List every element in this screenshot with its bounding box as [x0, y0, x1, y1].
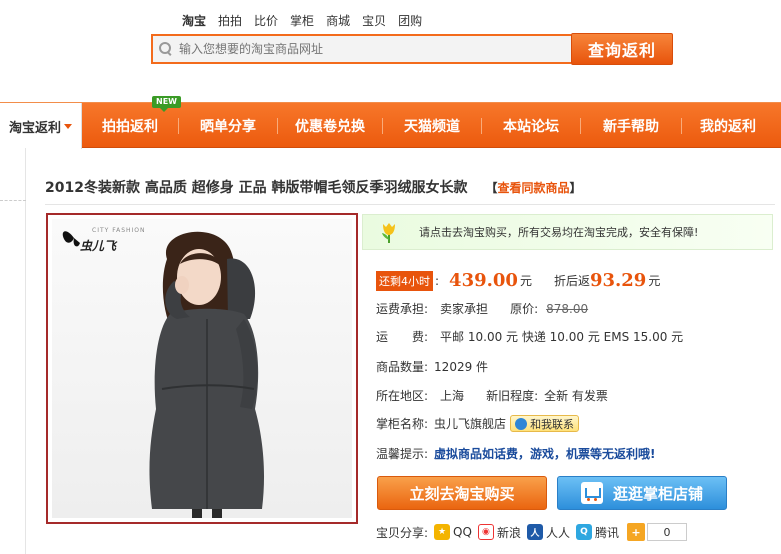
plus-icon: +	[626, 523, 645, 541]
quantity-label: 商品数量:	[376, 360, 429, 374]
cart-icon	[580, 482, 603, 504]
product-photo: CITY FASHION 虫儿飞	[52, 219, 352, 518]
share-tencent-label: 腾讯	[594, 525, 619, 540]
search-tab-seller[interactable]: 掌柜	[284, 13, 320, 29]
share-qq-label: QQ	[453, 525, 472, 539]
nav-home-label: 淘宝返利	[8, 120, 61, 136]
tencent-weibo-icon: Q	[575, 524, 592, 540]
nav-item-my-rebate[interactable]: 我的返利	[682, 103, 774, 149]
visit-shop-label: 逛逛掌柜店铺	[612, 484, 703, 503]
contact-label: 和我联系	[530, 417, 575, 431]
product-title-row: 2012冬装新款 高品质 超修身 正品 韩版带帽毛领反季羽绒服女长款 【查看同款…	[45, 175, 775, 199]
rebate-amount: 93.29	[589, 270, 647, 291]
search-tab-taobao[interactable]: 淘宝	[176, 13, 212, 29]
nav-item-tmall[interactable]: 天猫频道	[383, 103, 481, 149]
tulip-icon	[382, 223, 395, 243]
original-label: 原价:	[510, 302, 539, 316]
colon: :	[435, 273, 440, 288]
main-navbar: 淘宝返利 拍拍返利 晒单分享 优惠卷兑换 天猫频道 本站论坛 新手帮助 我的返利	[0, 102, 781, 149]
original-price: 878.00	[546, 301, 589, 316]
buy-on-taobao-button[interactable]: 立刻去淘宝购买	[377, 476, 547, 510]
product-image[interactable]: CITY FASHION 虫儿飞	[46, 213, 358, 524]
location-label: 所在地区:	[376, 389, 429, 403]
tip-label: 温馨提示:	[376, 447, 429, 461]
location-row: 所在地区: 上海 新旧程度: 全新 有发票	[376, 387, 608, 404]
title-divider	[45, 204, 775, 205]
model-figure	[149, 231, 265, 518]
nav-item-taobao-rebate[interactable]: 淘宝返利	[0, 103, 82, 149]
share-renren-label: 人人	[545, 525, 570, 540]
search-input[interactable]	[179, 42, 559, 56]
freight-row: 运 费: 平邮 10.00 元 快递 10.00 元 EMS 15.00 元	[376, 328, 683, 345]
share-row: 宝贝分享: ★ QQ ◉ 新浪 人 人人 Q 腾讯 + 0	[376, 523, 687, 541]
share-qq[interactable]: ★ QQ	[434, 524, 472, 540]
nav-item-coupon[interactable]: 优惠卷兑换	[278, 103, 382, 149]
search-tabs: 淘宝 拍拍 比价 掌柜 商城 宝贝 团购	[176, 13, 428, 29]
sidebar-divider	[0, 200, 26, 201]
same-product-label: 查看同款商品	[497, 180, 570, 195]
rebate-currency: 元	[648, 274, 661, 288]
price-currency: 元	[519, 274, 532, 288]
freight-value: 平邮 10.00 元 快递 10.00 元 EMS 15.00 元	[440, 330, 684, 344]
chevron-down-icon	[64, 123, 72, 129]
share-renren[interactable]: 人 人人	[526, 524, 570, 541]
share-tencent[interactable]: Q 腾讯	[575, 524, 619, 541]
search-tab-item[interactable]: 宝贝	[356, 13, 392, 29]
condition-value: 全新 有发票	[544, 389, 608, 403]
product-title: 2012冬装新款 高品质 超修身 正品 韩版带帽毛领反季羽绒服女长款	[45, 180, 468, 196]
quantity-value: 12029 件	[434, 360, 489, 374]
visit-shop-button[interactable]: 逛逛掌柜店铺	[557, 476, 727, 510]
seller-row: 掌柜名称: 虫儿飞旗舰店 和我联系	[376, 415, 580, 432]
share-sina-label: 新浪	[496, 525, 521, 540]
location-value: 上海	[440, 389, 465, 403]
share-label: 宝贝分享:	[376, 525, 429, 540]
notice-text: 请点击去淘宝购买，所有交易均在淘宝完成，安全有保障!	[419, 226, 699, 239]
search-tab-group[interactable]: 团购	[392, 13, 428, 29]
quantity-row: 商品数量: 12029 件	[376, 358, 488, 375]
condition-label: 新旧程度:	[486, 389, 539, 403]
nav-item-help[interactable]: 新手帮助	[581, 103, 681, 149]
share-count: 0	[646, 523, 687, 541]
contact-seller-button[interactable]: 和我联系	[510, 415, 580, 432]
rebate-label: 折后返	[553, 274, 590, 288]
seller-name[interactable]: 虫儿飞旗舰店	[434, 415, 506, 432]
seller-label: 掌柜名称:	[376, 417, 429, 431]
search-box	[151, 34, 571, 64]
shipping-value: 卖家承担	[440, 302, 489, 316]
nav-items: 拍拍返利 晒单分享 优惠卷兑换 天猫频道 本站论坛 新手帮助 我的返利	[82, 103, 774, 149]
search-tab-paipai[interactable]: 拍拍	[212, 13, 248, 29]
freight-label: 运 费:	[376, 330, 429, 344]
nav-item-forum[interactable]: 本站论坛	[482, 103, 580, 149]
tip-row: 温馨提示: 虚拟商品如话费，游戏，机票等无返利哦!	[376, 445, 656, 462]
share-sina[interactable]: ◉ 新浪	[477, 524, 521, 541]
left-sidebar	[0, 148, 26, 554]
search-button[interactable]: 查询返利	[571, 33, 673, 65]
nav-item-share[interactable]: 晒单分享	[179, 103, 277, 149]
renren-icon: 人	[526, 524, 543, 540]
current-price: 439.00	[449, 270, 518, 291]
share-counter[interactable]: + 0	[626, 523, 687, 541]
qzone-icon: ★	[434, 524, 451, 540]
shipping-label: 运费承担:	[376, 302, 429, 316]
weibo-icon: ◉	[477, 524, 494, 540]
chat-icon	[515, 417, 528, 430]
search-tab-mall[interactable]: 商城	[320, 13, 356, 29]
price-row: 还剩4小时: 439.00 元 折后返 93.29 元	[376, 270, 660, 291]
tip-text: 虚拟商品如话费，游戏，机票等无返利哦!	[434, 447, 656, 461]
shipping-row: 运费承担: 卖家承担 原价: 878.00	[376, 300, 588, 317]
safety-notice: 请点击去淘宝购买，所有交易均在淘宝完成，安全有保障!	[362, 214, 773, 250]
search-tab-compare[interactable]: 比价	[248, 13, 284, 29]
search-icon	[159, 42, 173, 56]
new-badge: NEW	[152, 96, 181, 112]
countdown-badge: 还剩4小时	[376, 270, 433, 291]
same-product-link[interactable]: 【查看同款商品】	[485, 179, 581, 196]
